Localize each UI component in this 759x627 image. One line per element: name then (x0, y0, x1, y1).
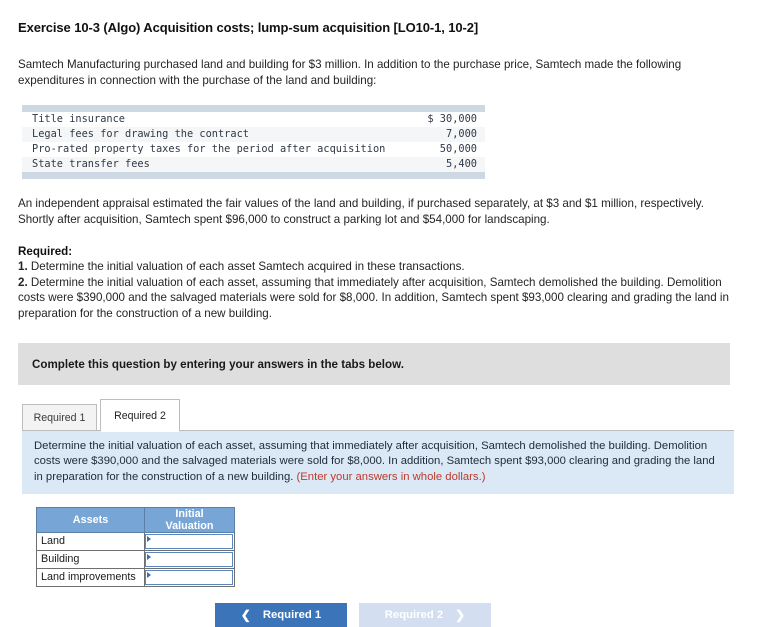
chevron-left-icon: ❮ (240, 607, 251, 622)
table-row: Building (36, 549, 235, 569)
table-bottom-band (22, 172, 485, 179)
expenditure-description: Pro-rated property taxes for the period … (22, 142, 414, 157)
answer-table-body: Land Building Land improvements (36, 531, 235, 587)
chevron-right-icon: ❯ (455, 607, 466, 622)
tab-required-2[interactable]: Required 2 (100, 399, 180, 431)
required-heading: Required: (18, 245, 73, 258)
expenditure-amount: 5,400 (413, 157, 485, 172)
valuation-cell-building[interactable] (144, 549, 235, 569)
prev-button-label: Required 1 (262, 608, 322, 621)
table-top-band (22, 105, 485, 112)
cell-caret-icon (147, 535, 151, 542)
cell-caret-icon (147, 553, 151, 560)
valuation-input-land[interactable] (146, 534, 232, 548)
prev-required-1-button[interactable]: ❮ Required 1 (215, 602, 347, 627)
page-title: Exercise 10-3 (Algo) Acquisition costs; … (18, 20, 479, 35)
table-row: Pro-rated property taxes for the period … (22, 142, 485, 157)
table-row: State transfer fees 5,400 (22, 157, 485, 172)
asset-label-land-improvements: Land improvements (36, 567, 145, 587)
expenditure-amount: $ 30,000 (413, 112, 485, 127)
next-button-label: Required 2 (384, 608, 444, 621)
expenditures-table: Title insurance $ 30,000 Legal fees for … (22, 105, 485, 179)
instruction-banner: Complete this question by entering your … (18, 343, 730, 385)
valuation-input-wrapper-building (145, 551, 233, 567)
intro-paragraph: Samtech Manufacturing purchased land and… (18, 58, 682, 87)
required-item-2-number: 2. (18, 275, 28, 289)
valuation-input-wrapper-land-improvements (145, 569, 233, 585)
table-row: Land (36, 531, 235, 551)
exercise-page: Exercise 10-3 (Algo) Acquisition costs; … (0, 0, 759, 627)
appraisal-paragraph: An independent appraisal estimated the f… (18, 197, 704, 226)
valuation-input-wrapper-land (145, 533, 233, 549)
tab-required-1[interactable]: Required 1 (22, 404, 97, 431)
navigation-buttons: ❮ Required 1 Required 2 ❯ (215, 602, 745, 627)
answer-table-head: Assets Initial Valuation (36, 506, 235, 533)
cell-caret-icon (147, 571, 151, 578)
valuation-input-land-improvements[interactable] (146, 570, 232, 584)
answer-table-header-row: Assets Initial Valuation (36, 506, 235, 533)
instruction-banner-text: Complete this question by entering your … (32, 357, 404, 371)
required-item-2: 2. Determine the initial valuation of ea… (18, 275, 740, 322)
question-instruction-panel: Determine the initial valuation of each … (22, 431, 734, 494)
required-item-1-number: 1. (18, 260, 28, 273)
required-item-2-text: Determine the initial valuation of each … (18, 275, 729, 320)
whole-dollars-note: (Enter your answers in whole dollars.) (296, 470, 486, 483)
header-assets: Assets (36, 506, 145, 533)
expenditure-amount: 7,000 (413, 127, 485, 142)
expenditure-description: Legal fees for drawing the contract (22, 127, 414, 142)
valuation-cell-land-improvements[interactable] (144, 567, 235, 587)
expenditures-table-body: Title insurance $ 30,000 Legal fees for … (22, 105, 485, 179)
asset-label-building: Building (36, 549, 145, 569)
required-item-1: 1. Determine the initial valuation of ea… (18, 259, 740, 275)
required-item-1-text: Determine the initial valuation of each … (27, 260, 465, 273)
asset-label-land: Land (36, 531, 145, 551)
header-initial-valuation: Initial Valuation (144, 506, 235, 533)
next-required-2-button[interactable]: Required 2 ❯ (359, 602, 491, 627)
tab-active-mask (101, 430, 179, 432)
table-row: Land improvements (36, 567, 235, 587)
expenditure-description: State transfer fees (22, 157, 414, 172)
valuation-input-building[interactable] (146, 552, 232, 566)
expenditure-description: Title insurance (22, 112, 414, 127)
expenditure-amount: 50,000 (413, 142, 485, 157)
valuation-cell-land[interactable] (144, 531, 235, 551)
table-row: Title insurance $ 30,000 (22, 112, 485, 127)
answer-table: Assets Initial Valuation Land Building L… (36, 506, 235, 587)
table-row: Legal fees for drawing the contract 7,00… (22, 127, 485, 142)
tab-bar: Required 1 Required 2 (22, 399, 745, 432)
